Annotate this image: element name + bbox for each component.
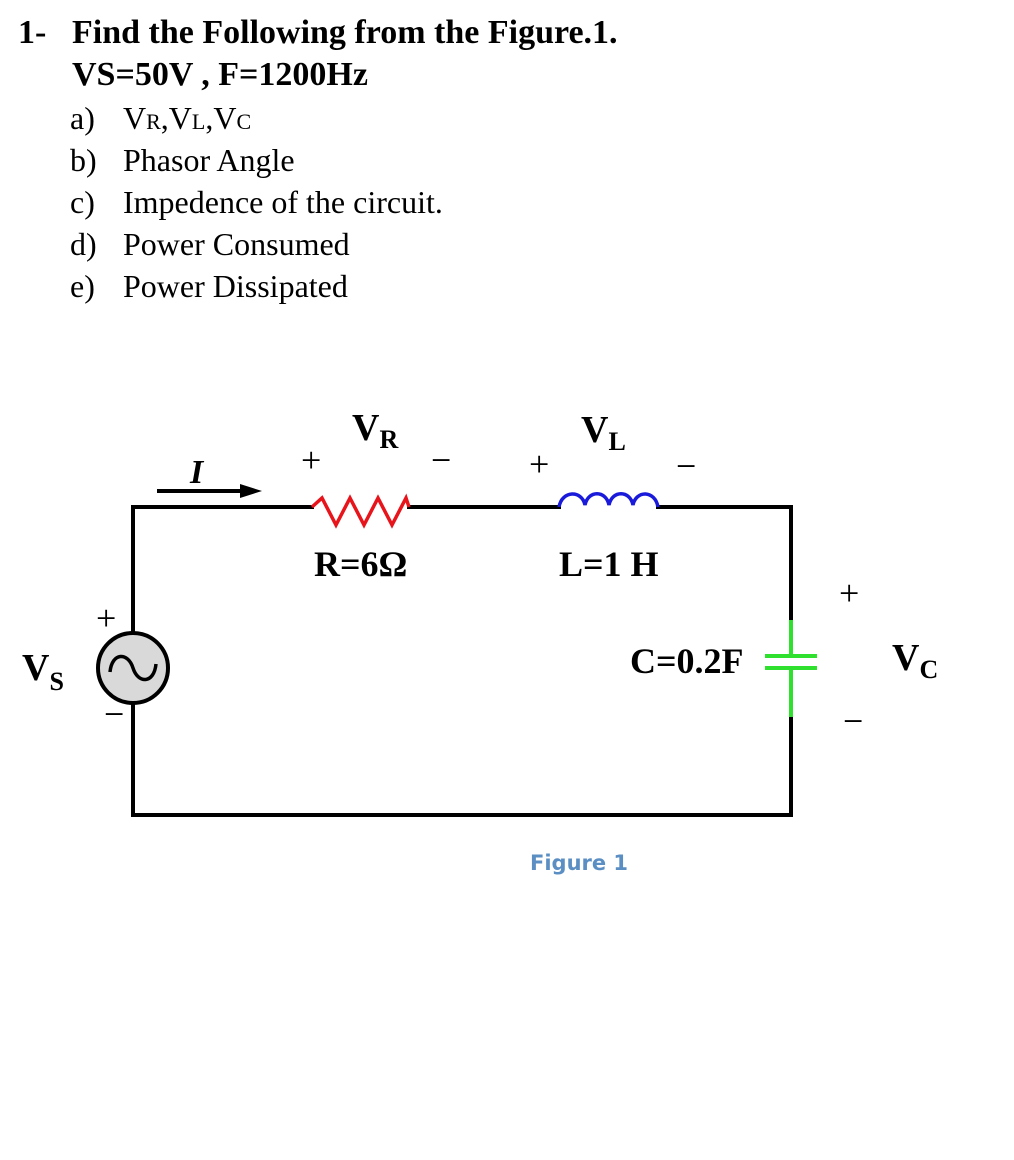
resistor-zigzag xyxy=(310,493,411,529)
ac-source: + − VS xyxy=(22,598,170,734)
current-label: I xyxy=(189,454,205,491)
inductor-value: L=1 H xyxy=(559,544,659,584)
vr-minus: − xyxy=(431,440,451,480)
vl-minus: − xyxy=(676,446,696,486)
wire-bottom xyxy=(131,701,793,817)
vl-plus: + xyxy=(529,444,549,484)
vl-label: VL xyxy=(581,409,626,456)
resistor: VR + − R=6Ω xyxy=(301,407,451,584)
circuit-diagram: I VR + − R=6Ω VL + − L=1 H C=0.2F + VC −… xyxy=(22,407,938,875)
vc-label: VC xyxy=(892,637,938,684)
inductor: VL + − L=1 H xyxy=(529,409,696,584)
resistor-value: R=6Ω xyxy=(314,544,407,584)
vc-plus: + xyxy=(839,573,859,613)
capacitor-value: C=0.2F xyxy=(630,641,744,681)
inductor-coil xyxy=(557,492,660,508)
current-arrow: I xyxy=(157,454,262,498)
vs-plus: + xyxy=(96,598,116,638)
vs-minus: − xyxy=(104,694,124,734)
vr-label: VR xyxy=(352,407,398,454)
capacitor: C=0.2F + VC − xyxy=(630,573,938,741)
vc-minus: − xyxy=(843,701,863,741)
vr-plus: + xyxy=(301,440,321,480)
wire-top-right xyxy=(656,505,793,622)
vs-label: VS xyxy=(22,647,64,696)
wire-top-left xyxy=(131,505,314,634)
figure-caption: Figure 1 xyxy=(530,851,628,875)
